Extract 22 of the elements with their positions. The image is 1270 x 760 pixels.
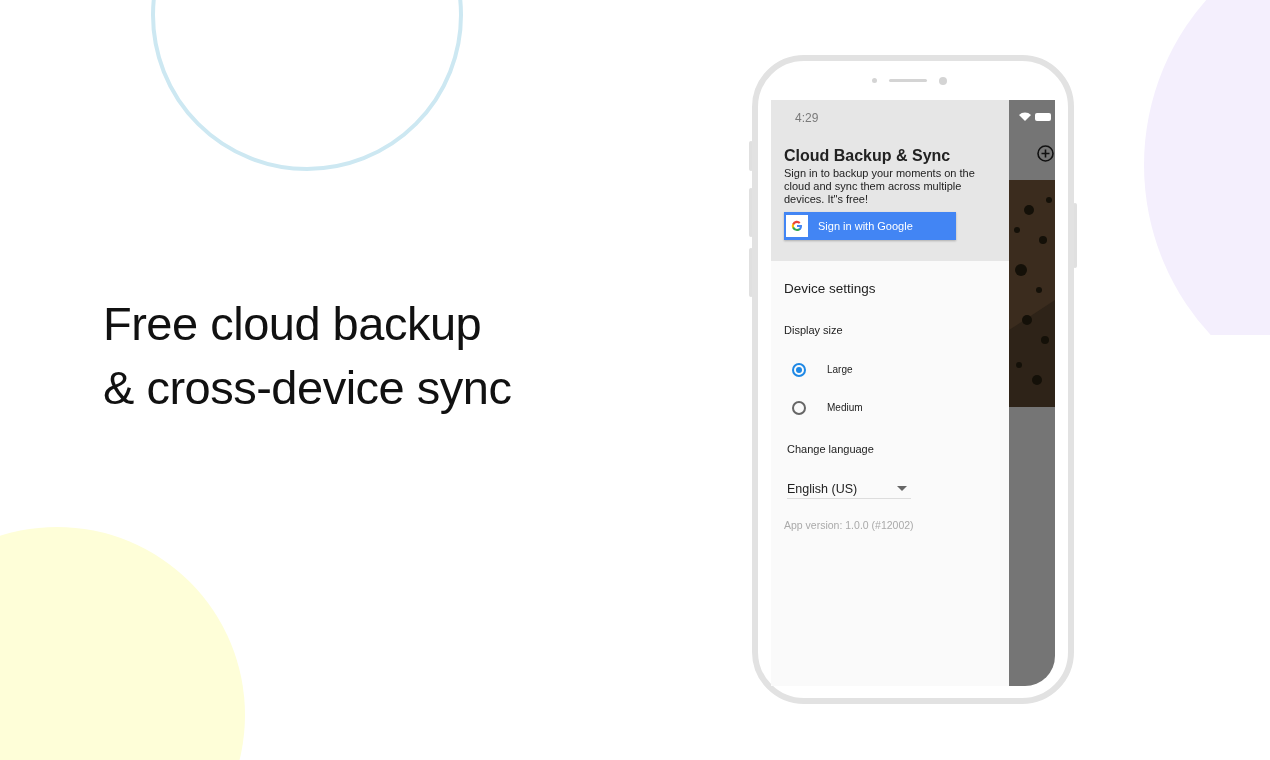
field-label: Display size: [784, 324, 844, 336]
sensor-icon: [871, 78, 877, 83]
camera-icon: [938, 76, 947, 85]
google-g-icon: [791, 220, 803, 232]
version-text: App version: 1.0.0 (#12002): [784, 519, 915, 531]
wifi-icon: [1019, 112, 1031, 121]
drawer-description: Sign in to backup your moments on the cloud and sync them across multiple devices. It"s free!: [784, 167, 976, 206]
google-sign-in-button[interactable]: Sign in with Google: [784, 212, 956, 240]
radio-button[interactable]: [792, 362, 806, 377]
battery-icon: [1035, 112, 1051, 121]
option-label[interactable]: Large: [827, 364, 853, 375]
drawer-title: Cloud Backup & Sync: [784, 147, 952, 165]
status-time: 4:29: [794, 111, 819, 125]
add-icon[interactable]: [1037, 145, 1054, 162]
language-dropdown[interactable]: English (US): [787, 479, 911, 499]
option-label[interactable]: Medium: [827, 402, 863, 413]
section-title: Device settings: [784, 281, 877, 296]
dropdown-caret-icon: [897, 486, 907, 491]
radio-button[interactable]: [792, 400, 806, 415]
field-label: Change language: [786, 443, 875, 455]
speaker-icon: [888, 79, 927, 82]
headline: Free cloud backup & cross-device sync: [103, 296, 513, 416]
